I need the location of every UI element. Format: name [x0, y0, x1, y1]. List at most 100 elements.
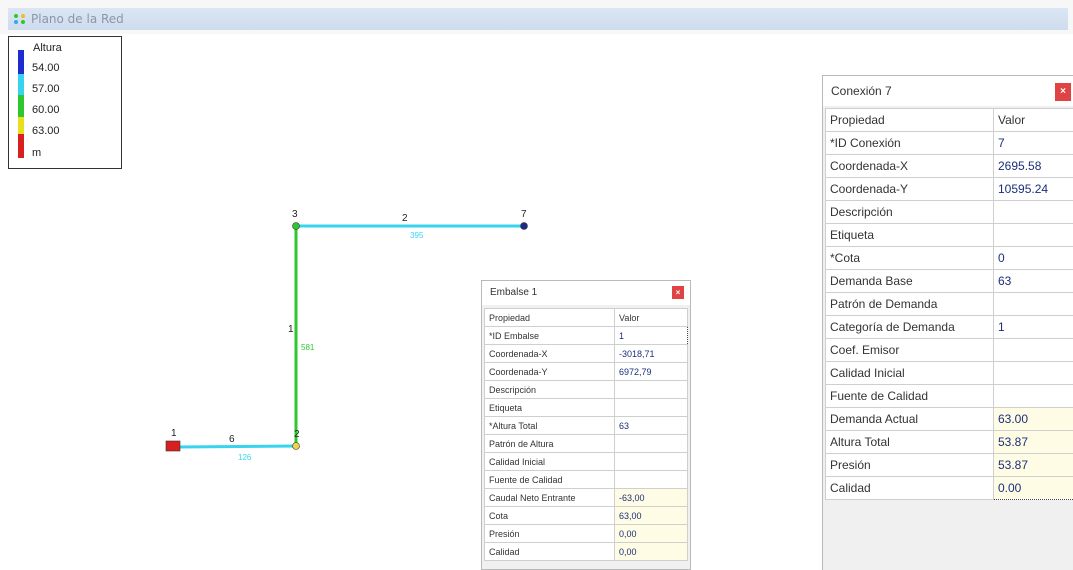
- table-row: Caudal Neto Entrante -63,00: [484, 488, 688, 507]
- table-row: Cota 63,00: [484, 506, 688, 525]
- reservoir-window-titlebar[interactable]: Embalse 1 ×: [482, 281, 690, 305]
- property-name: Coordenada-X: [484, 344, 615, 363]
- property-value[interactable]: 63: [614, 416, 688, 435]
- property-value[interactable]: [993, 223, 1073, 247]
- table-row[interactable]: Categoría de Demanda 1: [825, 315, 1073, 339]
- property-value-readonly: 53.87: [993, 430, 1073, 454]
- property-name: Fuente de Calidad: [825, 384, 994, 408]
- property-value[interactable]: [993, 292, 1073, 316]
- property-value[interactable]: -3018,71: [614, 344, 688, 363]
- table-row: Calidad 0,00: [484, 542, 688, 561]
- table-header: Propiedad Valor: [825, 108, 1073, 132]
- node-id-label: 7: [521, 209, 527, 220]
- property-value[interactable]: 6972,79: [614, 362, 688, 381]
- property-name: Coef. Emisor: [825, 338, 994, 362]
- table-row[interactable]: Coordenada-Y 6972,79: [484, 362, 688, 381]
- property-value[interactable]: 10595.24: [993, 177, 1073, 201]
- junction-window-titlebar[interactable]: Conexión 7 ×: [823, 76, 1073, 106]
- table-row[interactable]: Patrón de Demanda: [825, 292, 1073, 316]
- table-row[interactable]: Patrón de Altura: [484, 434, 688, 453]
- property-name: Presión: [825, 453, 994, 477]
- table-row[interactable]: Etiqueta: [825, 223, 1073, 247]
- close-button[interactable]: ×: [672, 286, 684, 299]
- table-row[interactable]: Fuente de Calidad: [484, 470, 688, 489]
- property-name: *Cota: [825, 246, 994, 270]
- junction-7[interactable]: [520, 222, 528, 230]
- property-value[interactable]: 63: [993, 269, 1073, 293]
- table-row[interactable]: Coordenada-X 2695.58: [825, 154, 1073, 178]
- column-header-value: Valor: [614, 308, 688, 327]
- property-name: Altura Total: [825, 430, 994, 454]
- close-icon: ×: [1060, 86, 1066, 97]
- property-name: Etiqueta: [484, 398, 615, 417]
- table-row[interactable]: Calidad 0.00: [825, 476, 1073, 500]
- property-name: *ID Embalse: [484, 326, 615, 345]
- property-name: Descripción: [825, 200, 994, 224]
- property-value[interactable]: 2695.58: [993, 154, 1073, 178]
- pipe-length-label: 581: [301, 343, 315, 352]
- property-name: Patrón de Demanda: [825, 292, 994, 316]
- property-value[interactable]: [614, 380, 688, 399]
- property-name: Presión: [484, 524, 615, 543]
- property-value[interactable]: [614, 470, 688, 489]
- property-value[interactable]: [614, 398, 688, 417]
- property-value[interactable]: [614, 452, 688, 471]
- table-row: Presión 53.87: [825, 453, 1073, 477]
- reservoir-1[interactable]: [165, 440, 181, 452]
- table-row[interactable]: Coef. Emisor: [825, 338, 1073, 362]
- property-name: Coordenada-Y: [825, 177, 994, 201]
- property-name: Descripción: [484, 380, 615, 399]
- property-value[interactable]: 7: [993, 131, 1073, 155]
- pipe-length-label: 395: [410, 231, 424, 240]
- pipe-id-label: 6: [229, 434, 235, 445]
- table-row[interactable]: Coordenada-Y 10595.24: [825, 177, 1073, 201]
- table-row: Demanda Actual 63.00: [825, 407, 1073, 431]
- pipe-id-label: 1: [288, 324, 294, 335]
- node-id-label: 1: [171, 428, 177, 439]
- table-row[interactable]: *Altura Total 63: [484, 416, 688, 435]
- table-row[interactable]: Demanda Base 63: [825, 269, 1073, 293]
- property-name: Etiqueta: [825, 223, 994, 247]
- property-value[interactable]: [614, 434, 688, 453]
- property-name: Caudal Neto Entrante: [484, 488, 615, 507]
- property-name: Calidad: [484, 542, 615, 561]
- property-value[interactable]: [993, 200, 1073, 224]
- table-row[interactable]: Calidad Inicial: [484, 452, 688, 471]
- property-value[interactable]: [993, 361, 1073, 385]
- junction-3[interactable]: [292, 222, 300, 230]
- table-row[interactable]: Calidad Inicial: [825, 361, 1073, 385]
- table-row[interactable]: *ID Conexión 7: [825, 131, 1073, 155]
- property-name: Demanda Base: [825, 269, 994, 293]
- reservoir-properties-window[interactable]: Embalse 1 × Propiedad Valor *ID Embalse 1…: [481, 280, 691, 570]
- junction-properties-window[interactable]: Conexión 7 × Propiedad Valor *ID Conexió…: [822, 75, 1073, 570]
- table-row[interactable]: Etiqueta: [484, 398, 688, 417]
- close-button[interactable]: ×: [1055, 83, 1071, 101]
- property-value[interactable]: [993, 384, 1073, 408]
- table-row[interactable]: Coordenada-X -3018,71: [484, 344, 688, 363]
- property-name: Cota: [484, 506, 615, 525]
- property-value[interactable]: 0: [993, 246, 1073, 270]
- pipe-6[interactable]: [177, 444, 297, 449]
- property-value-readonly: -63,00: [614, 488, 688, 507]
- property-name: Fuente de Calidad: [484, 470, 615, 489]
- table-row[interactable]: *Cota 0: [825, 246, 1073, 270]
- node-id-label: 2: [294, 429, 300, 440]
- property-value-readonly: 63,00: [614, 506, 688, 525]
- table-row[interactable]: *ID Embalse 1: [484, 326, 688, 345]
- junction-window-title: Conexión 7: [831, 84, 892, 98]
- property-value-input[interactable]: 0.00: [993, 476, 1073, 500]
- property-value-input[interactable]: 1: [614, 326, 688, 345]
- table-row[interactable]: Descripción: [825, 200, 1073, 224]
- junction-2[interactable]: [292, 442, 300, 450]
- property-name: Calidad: [825, 476, 994, 500]
- junction-properties-table: Propiedad Valor *ID Conexión 7 Coordenada…: [825, 108, 1073, 500]
- property-name: Calidad Inicial: [825, 361, 994, 385]
- property-name: Coordenada-X: [825, 154, 994, 178]
- pipe-id-label: 2: [402, 213, 408, 224]
- table-row[interactable]: Descripción: [484, 380, 688, 399]
- property-value[interactable]: 1: [993, 315, 1073, 339]
- property-name: Patrón de Altura: [484, 434, 615, 453]
- property-value[interactable]: [993, 338, 1073, 362]
- table-row[interactable]: Fuente de Calidad: [825, 384, 1073, 408]
- node-id-label: 3: [292, 209, 298, 220]
